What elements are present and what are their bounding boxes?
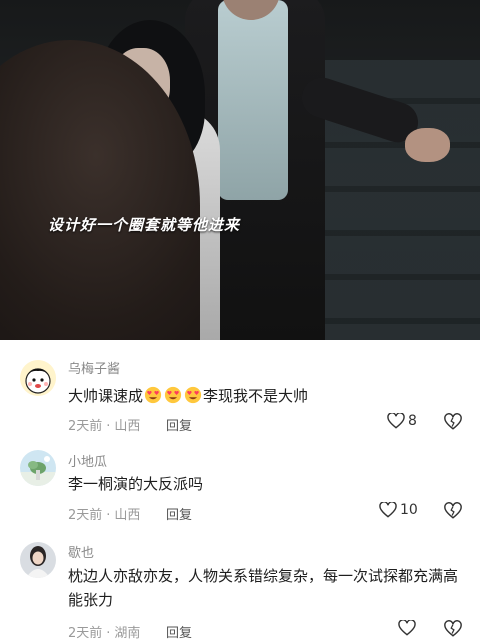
comment-time: 2天前 [68, 419, 103, 434]
comment-text-part: 李现我不是大帅 [203, 387, 309, 405]
reply-button[interactable]: 回复 [166, 622, 192, 641]
broken-heart-icon[interactable] [444, 620, 462, 638]
like-button[interactable]: 10 [379, 502, 418, 518]
emoji-group [143, 386, 203, 405]
comment-username[interactable]: 小地瓜 [68, 451, 107, 470]
comment-username[interactable]: 乌梅子酱 [68, 358, 120, 377]
comment-meta: 2天前 · 山西 [68, 415, 140, 434]
meta-separator: · [106, 626, 111, 641]
comment-text: 大帅课速成 李现我不是大帅 [68, 384, 458, 408]
meta-separator: · [106, 508, 111, 523]
man-shirt [218, 0, 288, 200]
comment-meta: 2天前 · 湖南 [68, 622, 140, 641]
comment-meta: 2天前 · 山西 [68, 504, 140, 523]
comment-text: 枕边人亦敌亦友，人物关系错综复杂，每一次试探都充满高能张力 [68, 567, 459, 609]
heart-outline-icon [379, 502, 397, 518]
broken-heart-icon[interactable] [444, 413, 462, 431]
reply-button[interactable]: 回复 [166, 504, 192, 523]
heart-outline-icon [387, 413, 405, 429]
heart-outline-icon [398, 620, 416, 636]
comment-text: 李一桐演的大反派吗 [68, 475, 204, 493]
comment-username[interactable]: 歇也 [68, 542, 94, 561]
heart-eyes-face-icon [144, 386, 162, 404]
avatar[interactable] [20, 542, 56, 578]
like-count: 10 [400, 502, 418, 518]
comment-time: 2天前 [68, 626, 103, 641]
landscape-avatar-icon [20, 450, 56, 486]
heart-eyes-face-icon [164, 386, 182, 404]
avatar[interactable] [20, 360, 56, 396]
heart-eyes-face-icon [184, 386, 202, 404]
avatar[interactable] [20, 450, 56, 486]
portrait-avatar-icon [20, 542, 56, 578]
like-button[interactable] [398, 620, 419, 636]
comment-item: 歇也 枕边人亦敌亦友，人物关系错综复杂，每一次试探都充满高能张力 2天前 · 湖南 … [0, 532, 480, 641]
like-count: 8 [408, 413, 417, 429]
comment-location: 山西 [114, 419, 141, 434]
comment-item: 乌梅子酱 大帅课速成 李现我不是大帅 2天前 · 山西 回复 8 [0, 340, 480, 440]
video-frame[interactable]: 设计好一个圈套就等他进来 [0, 0, 480, 340]
comment-text-part: 大帅课速成 [68, 387, 144, 405]
comment-location: 山西 [114, 508, 141, 523]
man-hand [405, 128, 450, 162]
video-subtitle: 设计好一个圈套就等他进来 [48, 216, 241, 234]
like-button[interactable]: 8 [387, 413, 417, 429]
cartoon-avatar-icon [20, 360, 56, 396]
reply-button[interactable]: 回复 [166, 415, 192, 434]
comment-item: 小地瓜 李一桐演的大反派吗 2天前 · 山西 回复 10 [0, 440, 480, 532]
broken-heart-icon[interactable] [444, 502, 462, 520]
comment-location: 湖南 [114, 626, 141, 641]
meta-separator: · [106, 419, 111, 434]
comment-time: 2天前 [68, 508, 103, 523]
